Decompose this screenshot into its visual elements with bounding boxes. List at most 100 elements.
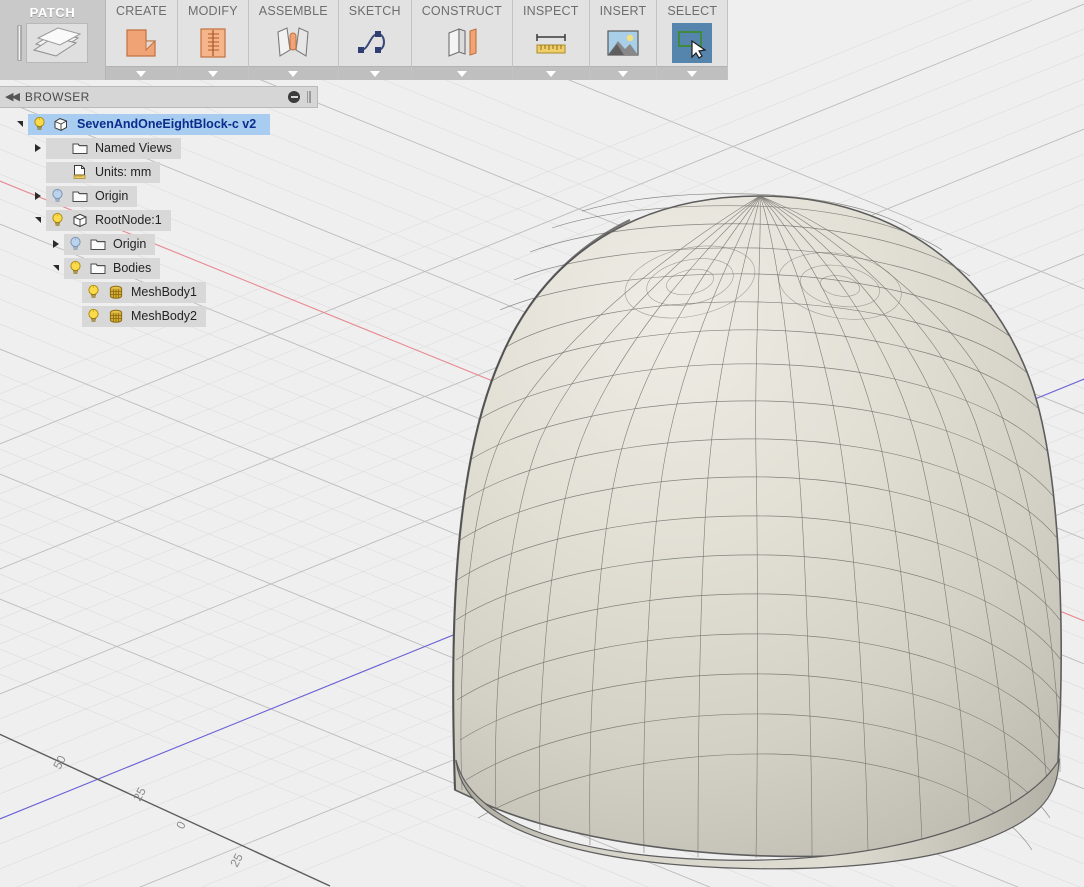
workspace-tab-label: PATCH	[29, 5, 76, 20]
tree-item-label: MeshBody2	[131, 308, 198, 323]
chevron-right-icon[interactable]	[30, 192, 46, 200]
lightbulb-on-icon[interactable]	[67, 260, 84, 276]
toolbar-group-label: SELECT	[667, 4, 718, 18]
chevron-down-icon	[617, 70, 628, 77]
tree-item-bodies[interactable]: Bodies	[0, 256, 318, 280]
lightbulb-off-icon[interactable]	[49, 188, 66, 204]
chevron-down-icon	[545, 70, 556, 77]
tree-item-label: MeshBody1	[131, 284, 198, 299]
chevron-down-icon	[369, 70, 380, 77]
toolbar-group-insert[interactable]: INSERT	[589, 0, 658, 80]
toolbar-group-label: SKETCH	[348, 4, 401, 18]
document-component-icon	[53, 117, 70, 132]
tree-item-row[interactable]: Bodies	[64, 257, 161, 279]
browser-panel: ◀◀ BROWSER SevenAndOneEightBlock-c v2 Nam…	[0, 86, 318, 328]
press-pull-icon[interactable]	[193, 23, 233, 63]
toolbar-group-dropdown[interactable]	[248, 66, 338, 80]
toolbar-group-dropdown[interactable]	[657, 66, 728, 80]
toolbar-group-dropdown[interactable]	[106, 66, 177, 80]
chevron-right-icon[interactable]	[48, 240, 64, 248]
toolbar-group-dropdown[interactable]	[338, 66, 411, 80]
measure-ruler-icon[interactable]	[531, 23, 571, 63]
lightbulb-on-icon[interactable]	[49, 212, 66, 228]
toolbar-group-label: INSPECT	[522, 4, 579, 18]
tree-item-label: Bodies	[113, 260, 152, 275]
tree-item-label: Units: mm	[95, 164, 152, 179]
tree-item-row[interactable]: MeshBody2	[82, 305, 207, 327]
tree-item-row[interactable]: Origin	[46, 185, 138, 207]
component-cube-icon	[71, 213, 88, 228]
tree-item-meshbody2[interactable]: MeshBody2	[0, 304, 318, 328]
lightbulb-on-icon[interactable]	[85, 284, 102, 300]
folder-icon	[89, 261, 106, 275]
spline-curve-icon[interactable]	[355, 23, 395, 63]
tree-item-named-views[interactable]: Named Views	[0, 136, 318, 160]
units-document-icon	[71, 164, 88, 180]
tree-item-row[interactable]: Named Views	[46, 137, 181, 159]
extrude-solid-icon[interactable]	[121, 23, 161, 63]
joint-icon[interactable]	[273, 23, 313, 63]
tree-item-sevenandoneeightblock-c-v2[interactable]: SevenAndOneEightBlock-c v2	[0, 112, 318, 136]
toolbar-group-inspect[interactable]: INSPECT	[512, 0, 590, 80]
chevron-right-icon[interactable]	[30, 144, 46, 152]
chevron-down-icon	[687, 70, 698, 77]
toolbar-group-label: CREATE	[116, 4, 167, 18]
browser-title: BROWSER	[24, 90, 90, 104]
chevron-down-icon	[136, 70, 147, 77]
toolbar-group-label: ASSEMBLE	[258, 4, 328, 18]
minus-circle-icon[interactable]	[288, 91, 300, 103]
mesh-body-dome	[452, 193, 1062, 870]
chevron-down-icon	[288, 70, 299, 77]
toolbar-group-assemble[interactable]: ASSEMBLE	[248, 0, 339, 80]
folder-icon	[89, 237, 106, 251]
toolbar-group-dropdown[interactable]	[177, 66, 248, 80]
tree-item-meshbody1[interactable]: MeshBody1	[0, 280, 318, 304]
mesh-body-icon	[107, 309, 124, 324]
tree-item-row[interactable]: Origin	[64, 233, 156, 255]
chevron-down-icon[interactable]	[48, 265, 64, 271]
toolbar-group-select[interactable]: SELECT	[657, 0, 729, 80]
drag-grip-icon[interactable]	[307, 91, 311, 103]
tree-item-units-mm[interactable]: Units: mm	[0, 160, 318, 184]
toolbar-group-modify[interactable]: MODIFY	[177, 0, 249, 80]
lightbulb-on-icon[interactable]	[85, 308, 102, 324]
chevron-down-icon	[207, 70, 218, 77]
fusion360-window: 50 25 0 25 PATCH CREATE MODIFY ASSEMBLE …	[0, 0, 1084, 887]
select-window-cursor-icon[interactable]	[672, 23, 713, 63]
toolbar-group-label: MODIFY	[187, 4, 238, 18]
tree-item-label: RootNode:1	[95, 212, 162, 227]
lightbulb-on-icon[interactable]	[31, 116, 48, 132]
folder-icon	[71, 189, 88, 203]
toolbar-group-sketch[interactable]: SKETCH	[338, 0, 412, 80]
toolbar-group-create[interactable]: CREATE	[106, 0, 178, 80]
tree-item-row[interactable]: SevenAndOneEightBlock-c v2	[28, 113, 271, 135]
mesh-body-icon	[107, 285, 124, 300]
browser-header: ◀◀ BROWSER	[0, 86, 318, 108]
tree-item-row[interactable]: RootNode:1	[46, 209, 171, 231]
tree-item-rootnode-1[interactable]: RootNode:1	[0, 208, 318, 232]
collapse-left-icon[interactable]: ◀◀	[5, 91, 20, 103]
tree-item-label: Named Views	[95, 140, 172, 155]
toolbar-group-dropdown[interactable]	[589, 66, 657, 80]
toolbar-group-dropdown[interactable]	[512, 66, 589, 80]
toolbar-group-dropdown[interactable]	[411, 66, 512, 80]
patch-surface-icon	[26, 23, 88, 63]
offset-plane-icon[interactable]	[442, 23, 482, 63]
chevron-down-icon[interactable]	[12, 121, 28, 127]
insert-image-icon[interactable]	[603, 23, 643, 63]
toolbar-drag-grip-icon[interactable]	[17, 25, 22, 61]
browser-tree: SevenAndOneEightBlock-c v2 Named Views Uni…	[0, 108, 318, 328]
tree-item-row[interactable]: Units: mm	[46, 161, 161, 183]
lightbulb-off-icon[interactable]	[67, 236, 84, 252]
tree-item-label: Origin	[95, 188, 129, 203]
workspace-tab-patch[interactable]: PATCH	[0, 0, 106, 80]
tree-item-origin[interactable]: Origin	[0, 184, 318, 208]
tree-item-label: SevenAndOneEightBlock-c v2	[77, 116, 257, 131]
toolbar-group-label: CONSTRUCT	[421, 4, 502, 18]
toolbar-group-construct[interactable]: CONSTRUCT	[411, 0, 513, 80]
main-toolbar: PATCH CREATE MODIFY ASSEMBLE SKETCH CONS…	[0, 0, 729, 80]
tree-item-origin[interactable]: Origin	[0, 232, 318, 256]
chevron-down-icon	[456, 70, 467, 77]
tree-item-row[interactable]: MeshBody1	[82, 281, 207, 303]
chevron-down-icon[interactable]	[30, 217, 46, 223]
